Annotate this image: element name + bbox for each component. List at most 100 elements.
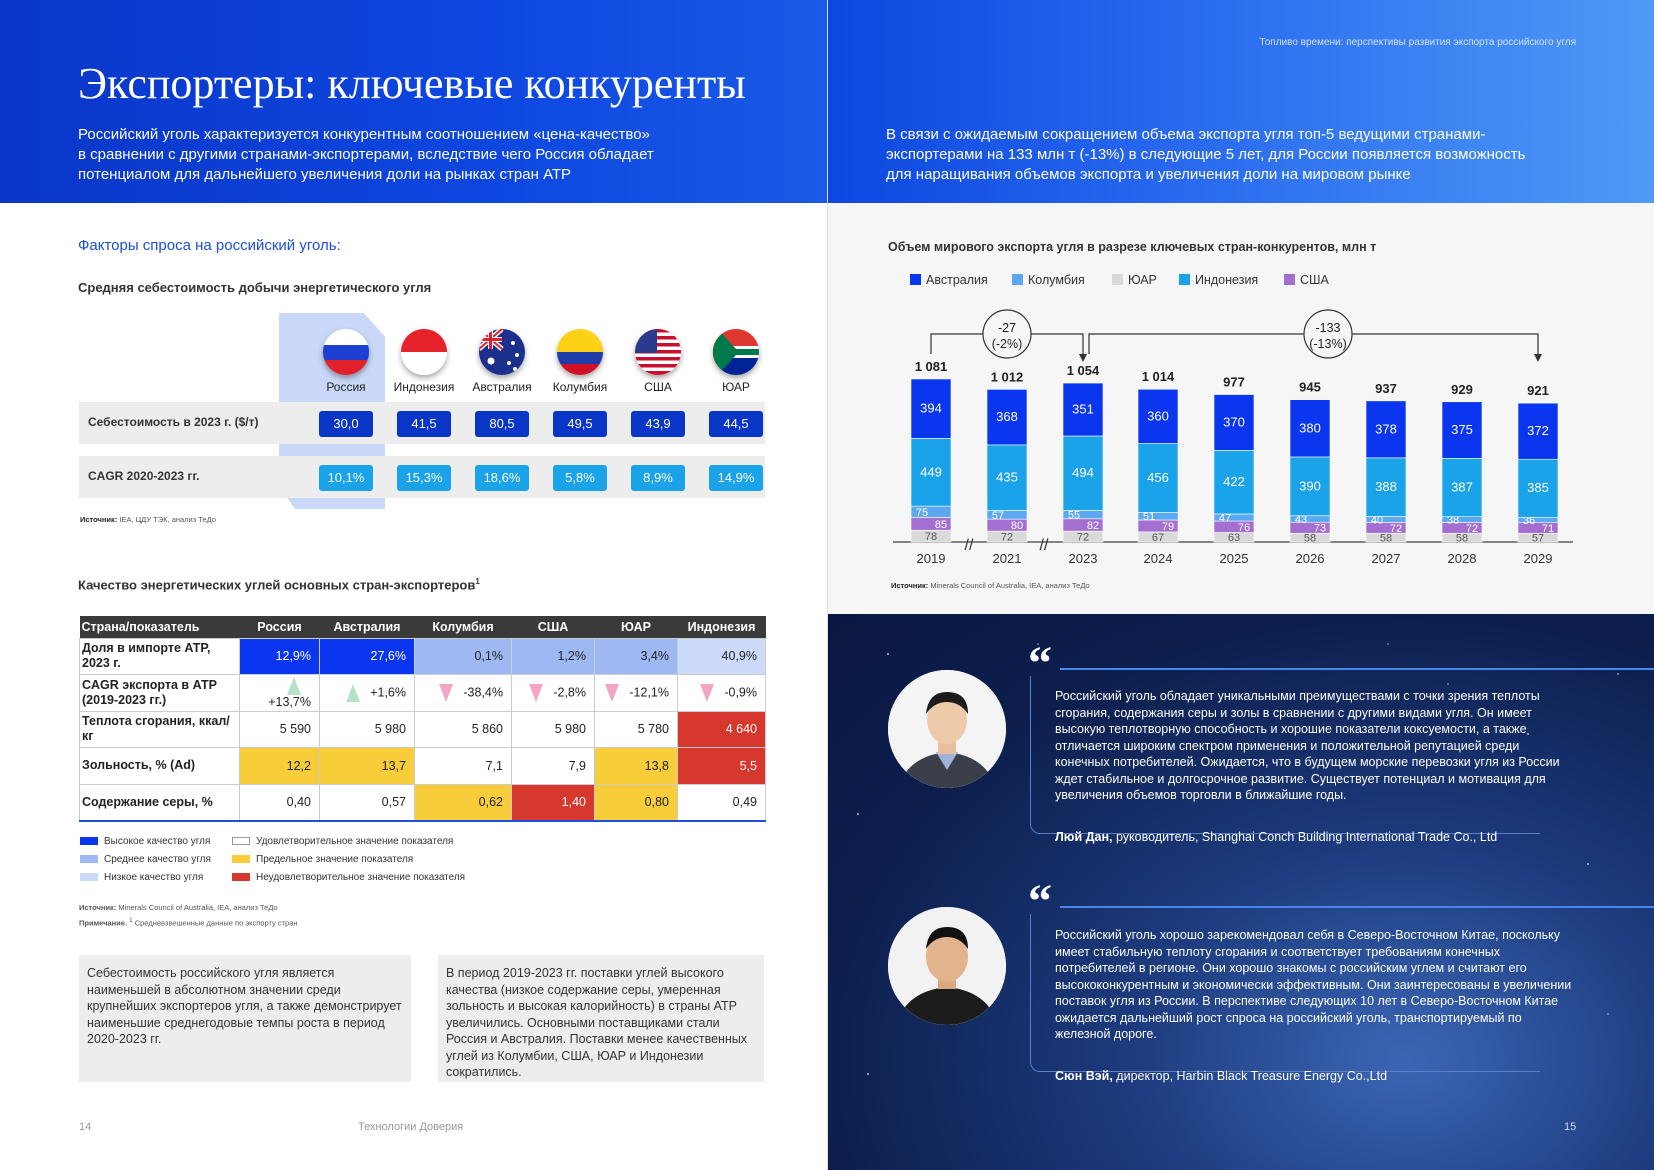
legend-item: Неудовлетворительное значение показателя — [232, 872, 465, 883]
bar-value-label: 394 — [920, 401, 942, 416]
bar-value-label: 456 — [1147, 470, 1169, 485]
note-label: Примечание. — [79, 918, 128, 928]
left-header-banner: Экспортеры: ключевые конкуренты Российск… — [0, 0, 827, 203]
table-cell: -2,8% — [511, 674, 595, 712]
right-page: Топливо времени: перспективы развития эк… — [827, 0, 1654, 1170]
bar-total-label: 945 — [1299, 380, 1321, 395]
cell-value: -38,4% — [463, 685, 503, 700]
bar-value-label: 375 — [1451, 422, 1473, 437]
avatar — [888, 907, 1006, 1025]
bar-value-label: 372 — [1527, 423, 1549, 438]
bar-value-label: 449 — [920, 464, 942, 479]
quote-text: Российский уголь обладает уникальными пр… — [1055, 689, 1560, 802]
intro-line: Российский уголь характеризуется конкуре… — [78, 126, 650, 143]
intro-line: для наращивания объемов экспорта и увели… — [886, 166, 1411, 183]
legend-label: Колумбия — [1028, 273, 1085, 287]
table-cell: 0,49 — [677, 783, 766, 822]
footer-text: Технологии Доверия — [358, 1121, 464, 1133]
table-cell: 1,2% — [511, 637, 595, 675]
quote-author: Сюн Вэй, директор, Harbin Black Treasure… — [1055, 1069, 1387, 1083]
bar-value-label: 494 — [1072, 465, 1094, 480]
bar-value-label: 80 — [1011, 520, 1023, 532]
note-text: Средневзвешенные данные по экспорту стра… — [134, 918, 298, 928]
cagr-value: 14,9% — [709, 465, 763, 491]
legend-swatch — [1179, 274, 1190, 285]
section-title: Факторы спроса на российский уголь: — [78, 237, 341, 254]
bar-value-label: 57 — [992, 510, 1004, 522]
portrait-image — [888, 670, 1006, 788]
legend-label: Австралия — [926, 273, 988, 287]
intro-line: экспортерами на 133 млн т (-13%) в следу… — [886, 146, 1526, 163]
bar-value-label: 72 — [1001, 532, 1013, 544]
bar-value-label: 380 — [1299, 420, 1321, 435]
country-name: Колумбия — [552, 380, 608, 394]
x-tick-label: 2024 — [1144, 551, 1173, 566]
country-name: Индонезия — [393, 380, 455, 394]
cost-source: Источник: IEA, ЦДУ ТЭК, анализ ТеДо — [80, 515, 216, 524]
cagr-value: 8,9% — [631, 465, 685, 491]
legend-label: Предельное значение показателя — [256, 854, 414, 865]
legend-swatch — [1112, 274, 1123, 285]
indonesia-flag-icon — [401, 329, 447, 375]
bar-value-label: 78 — [925, 531, 937, 543]
legend-swatch — [910, 274, 921, 285]
bar-total-label: 1 081 — [915, 359, 948, 374]
bar-total-label: 1 012 — [991, 369, 1024, 384]
usa-flag-icon — [635, 329, 681, 375]
country-name: ЮАР — [722, 380, 750, 394]
left-page: Экспортеры: ключевые конкуренты Российск… — [0, 0, 827, 1170]
table-header: США — [511, 616, 595, 638]
table-header: Страна/показатель — [79, 616, 240, 638]
cost-title: Средняя себестоимость добычи энергетичес… — [78, 280, 432, 295]
bar-value-label: 76 — [1238, 522, 1250, 534]
change-value-label: -133 — [1315, 321, 1340, 335]
bar-value-label: 72 — [1390, 523, 1402, 535]
bar-value-label: 85 — [935, 519, 947, 531]
legend-label: Высокое качество угля — [104, 836, 211, 847]
legend-item: Колумбия — [1012, 273, 1085, 287]
x-tick-label: 2019 — [917, 551, 946, 566]
bar-value-label: 370 — [1223, 414, 1245, 429]
table-header: Колумбия — [414, 616, 512, 638]
table-header: ЮАР — [594, 616, 678, 638]
x-tick-label: 2023 — [1069, 551, 1098, 566]
bar-value-label: 388 — [1375, 479, 1397, 494]
x-tick-label: 2027 — [1372, 551, 1401, 566]
cell-value: -2,8% — [553, 685, 586, 700]
arrow-down-icon — [1079, 354, 1087, 362]
bar-total-label: 1 014 — [1142, 369, 1175, 384]
table-cell: 7,9 — [511, 747, 595, 785]
source-text: Minerals Council of Australia, IEA, анал… — [930, 581, 1090, 590]
author-name: Сюн Вэй, — [1055, 1069, 1113, 1083]
legend-swatch — [1284, 274, 1295, 285]
author-role: директор, Harbin Black Treasure Energy C… — [1116, 1069, 1388, 1083]
arrow-down-icon — [700, 683, 715, 702]
table-cell: 5 860 — [414, 710, 512, 748]
bar-value-label: 385 — [1527, 480, 1549, 495]
cost-row-label: CAGR 2020-2023 гг. — [88, 469, 200, 483]
author-role: руководитель, Shanghai Conch Building In… — [1115, 830, 1498, 844]
table-cell: +13,7% — [239, 674, 320, 712]
bar-value-label: 360 — [1147, 408, 1169, 423]
quality-note: Примечание. 1 Средневзвешенные данные по… — [79, 917, 298, 928]
source-text: Minerals Council of Australia, IEA, анал… — [118, 903, 278, 912]
portrait-image — [888, 907, 1006, 1025]
bar-value-label: 435 — [996, 470, 1018, 485]
x-tick-label: 2029 — [1524, 551, 1553, 566]
source-label: Источник: — [80, 515, 118, 524]
table-cell: -0,9% — [677, 674, 766, 712]
bar-value-label: 51 — [1143, 511, 1155, 523]
table-cell: 0,40 — [239, 783, 320, 822]
table-cell: 0,1% — [414, 637, 512, 675]
bar-value-label: 75 — [916, 507, 928, 519]
bar-value-label: 387 — [1451, 479, 1473, 494]
table-cell: 12,2 — [239, 747, 320, 785]
legend-item: Удовлетворительное значение показателя — [232, 836, 453, 847]
bar-value-label: 422 — [1223, 474, 1245, 489]
cell-value: -12,1% — [629, 685, 669, 700]
cost-value: 49,5 — [553, 411, 607, 437]
legend-item: США — [1284, 273, 1329, 287]
table-cell: 40,9% — [677, 637, 766, 675]
legend-label: США — [1300, 273, 1329, 287]
table-header-row: Страна/показатель Россия Австралия Колум… — [79, 616, 766, 638]
